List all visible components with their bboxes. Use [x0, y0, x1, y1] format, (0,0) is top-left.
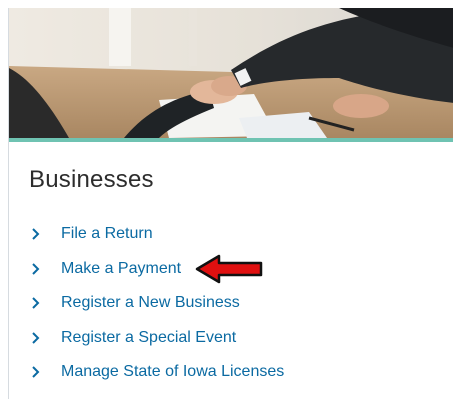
section-title: Businesses: [29, 166, 154, 193]
link-label[interactable]: Register a Special Event: [61, 329, 236, 347]
chevron-right-icon: [31, 296, 51, 310]
accent-divider: [9, 138, 453, 142]
chevron-right-icon: [31, 262, 51, 276]
left-arrow-icon: [195, 254, 263, 284]
business-links-list: File a Return Make a Payment Register a …: [31, 217, 284, 390]
link-register-special-event[interactable]: Register a Special Event: [31, 321, 284, 356]
hero-image-handshake: [9, 8, 453, 138]
link-label[interactable]: Register a New Business: [61, 294, 240, 312]
chevron-right-icon: [31, 227, 51, 241]
link-file-a-return[interactable]: File a Return: [31, 217, 284, 252]
handshake-photo: [9, 8, 453, 138]
link-register-new-business[interactable]: Register a New Business: [31, 286, 284, 321]
link-label[interactable]: Manage State of Iowa Licenses: [61, 363, 284, 381]
link-label[interactable]: Make a Payment: [61, 260, 181, 278]
chevron-right-icon: [31, 331, 51, 345]
link-manage-iowa-licenses[interactable]: Manage State of Iowa Licenses: [31, 355, 284, 390]
chevron-right-icon: [31, 365, 51, 379]
businesses-card: Businesses File a Return Make a Payment …: [8, 8, 453, 399]
link-label[interactable]: File a Return: [61, 225, 153, 243]
